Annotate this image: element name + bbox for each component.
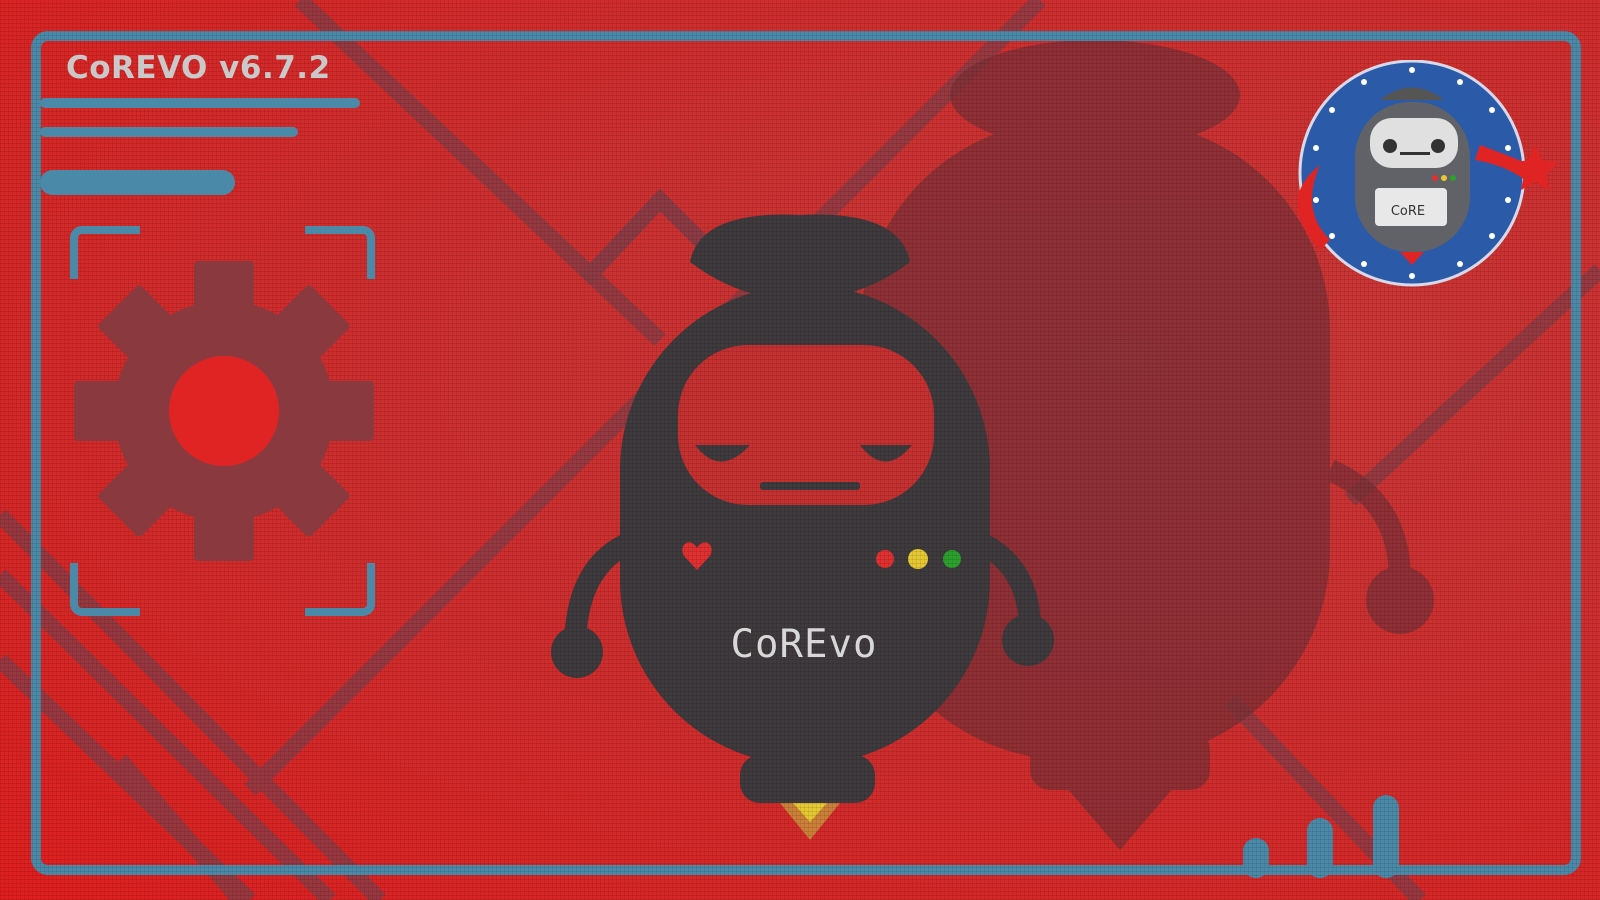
badge-label: CoRE <box>1390 204 1426 219</box>
settings-button[interactable] <box>70 226 375 616</box>
app-window: CoREVO v6.7.2 CoREvo CoRE <box>0 0 1600 900</box>
header-bar-thick <box>40 170 235 195</box>
gear-icon <box>74 261 374 561</box>
status-dots-icon <box>876 549 961 569</box>
focus-corner-bottom-left <box>70 563 140 616</box>
logo-badge <box>1297 60 1558 287</box>
header-bar-long <box>40 98 360 108</box>
header-bar-medium <box>40 127 298 137</box>
mascot-label: CoREvo <box>730 622 878 667</box>
app-title: CoREVO v6.7.2 <box>66 50 331 86</box>
focus-corner-bottom-right <box>305 563 375 616</box>
